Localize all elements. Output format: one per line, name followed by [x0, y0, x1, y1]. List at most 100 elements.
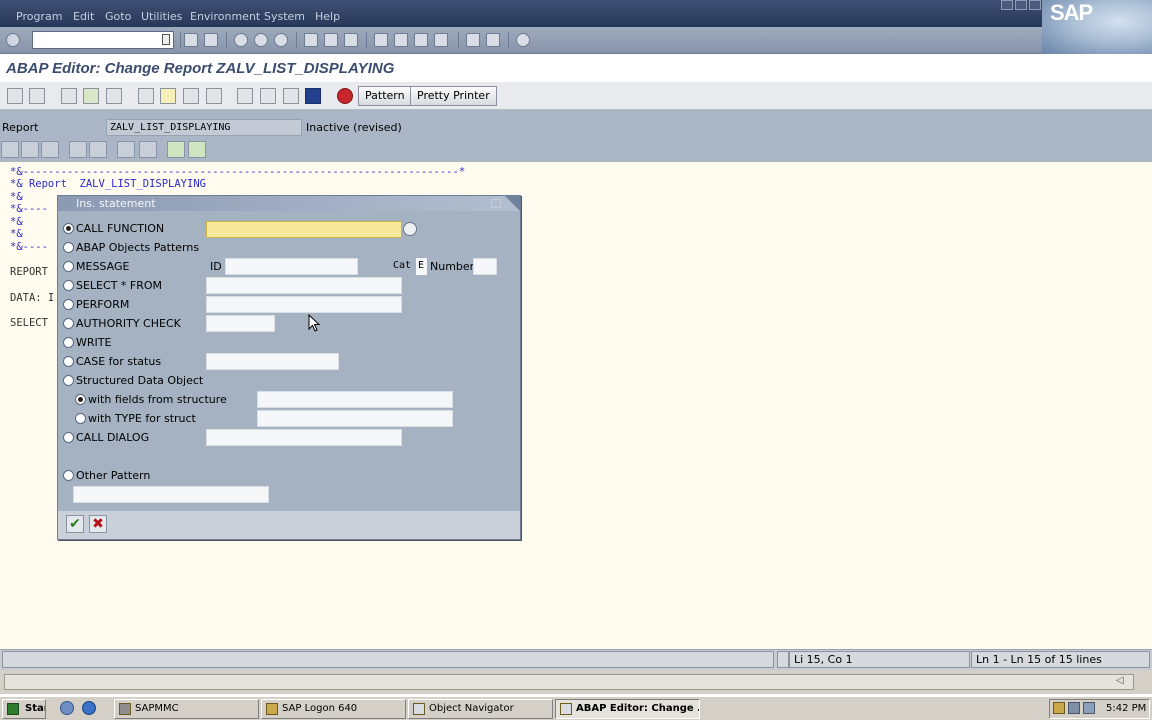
with-fields-from-structure-input[interactable] — [257, 391, 453, 408]
call-function-input[interactable] — [206, 221, 402, 238]
menu-system[interactable]: System — [264, 10, 305, 23]
case-for-status-radio[interactable] — [63, 356, 74, 367]
paste-icon[interactable] — [41, 141, 59, 158]
select-from-input[interactable] — [206, 277, 402, 294]
task-sapmmc[interactable]: SAPMMC — [114, 699, 259, 719]
object-list-icon[interactable] — [183, 88, 199, 104]
message-cat-input[interactable]: E — [416, 258, 427, 275]
message-id-input[interactable] — [225, 258, 358, 275]
breakpoint-icon[interactable] — [337, 88, 353, 104]
authority-check-input[interactable] — [206, 315, 275, 332]
shortcut-icon[interactable] — [486, 33, 500, 47]
pretty-printer-button[interactable]: Pretty Printer — [410, 86, 497, 106]
scroll-track[interactable] — [4, 674, 1134, 690]
find-next-icon[interactable] — [344, 33, 358, 47]
menu-utilities[interactable]: Utilities — [141, 10, 182, 23]
exit-icon[interactable] — [254, 33, 268, 47]
hierarchy-icon[interactable] — [237, 88, 253, 104]
abap-objects-patterns-radio[interactable] — [63, 242, 74, 253]
cut-icon[interactable] — [1, 141, 19, 158]
maximize-icon[interactable] — [1015, 0, 1027, 10]
insert-line-icon[interactable] — [167, 141, 185, 158]
stack-icon[interactable] — [260, 88, 276, 104]
back-nav-icon[interactable] — [7, 88, 23, 104]
horizontal-scrollbar[interactable]: ◁ — [0, 670, 1152, 694]
other-pattern-input[interactable] — [73, 486, 269, 503]
back-arrow-icon[interactable] — [184, 33, 198, 47]
test-icon[interactable] — [138, 88, 154, 104]
write-radio[interactable] — [63, 337, 74, 348]
navigation-window-icon[interactable] — [206, 88, 222, 104]
dialog-close-icon[interactable] — [491, 199, 501, 208]
value-help-icon[interactable] — [403, 222, 417, 236]
with-fields-from-structure-radio[interactable] — [75, 394, 86, 405]
with-type-for-struct-input[interactable] — [257, 410, 453, 427]
menu-program[interactable]: Program — [16, 10, 62, 23]
task-object-navigator[interactable]: Object Navigator — [408, 699, 553, 719]
save-icon[interactable] — [204, 33, 218, 47]
message-number-input[interactable] — [473, 258, 497, 275]
authority-check-radio[interactable] — [63, 318, 74, 329]
select-from-radio[interactable] — [63, 280, 74, 291]
command-field[interactable] — [32, 31, 174, 49]
find-replace-icon[interactable] — [139, 141, 157, 158]
cancel-x-icon[interactable]: ✖ — [89, 515, 107, 533]
cancel-icon[interactable] — [274, 33, 288, 47]
tray-sap-icon[interactable] — [1053, 702, 1065, 714]
menu-environment[interactable]: Environment — [190, 10, 260, 23]
display-change-icon[interactable] — [61, 88, 77, 104]
with-fields-from-structure-label: with fields from structure — [88, 393, 227, 406]
call-function-radio[interactable] — [63, 223, 74, 234]
redo-icon[interactable] — [89, 141, 107, 158]
confirm-check-icon[interactable]: ✔ — [66, 515, 84, 533]
new-session-icon[interactable] — [466, 33, 480, 47]
last-page-icon[interactable] — [434, 33, 448, 47]
binoculars-icon[interactable] — [117, 141, 135, 158]
activate-icon[interactable] — [106, 88, 122, 104]
task-sap-logon[interactable]: SAP Logon 640 — [261, 699, 406, 719]
case-for-status-input[interactable] — [206, 353, 339, 370]
enter-icon[interactable] — [6, 33, 20, 47]
pattern-button[interactable]: Pattern — [358, 86, 412, 106]
with-type-for-struct-radio[interactable] — [75, 413, 86, 424]
other-pattern-radio[interactable] — [63, 470, 74, 481]
print-icon[interactable] — [304, 33, 318, 47]
fullscreen-icon[interactable] — [283, 88, 299, 104]
where-used-icon[interactable] — [160, 88, 176, 104]
structured-data-object-radio[interactable] — [63, 375, 74, 386]
browser-icon[interactable] — [82, 701, 96, 715]
close-window-icon[interactable] — [1029, 0, 1041, 10]
minimize-icon[interactable] — [1001, 0, 1013, 10]
status-toggle-icon[interactable] — [777, 651, 789, 668]
duplicate-line-icon[interactable] — [188, 141, 206, 158]
scroll-left-icon[interactable]: ◁ — [1116, 675, 1124, 686]
menu-goto[interactable]: Goto — [105, 10, 131, 23]
back-icon[interactable] — [234, 33, 248, 47]
first-page-icon[interactable] — [374, 33, 388, 47]
command-field-dropdown-icon[interactable] — [162, 34, 170, 45]
menu-help[interactable]: Help — [315, 10, 340, 23]
report-label: Report — [2, 121, 39, 134]
tray-volume-icon[interactable] — [1083, 702, 1095, 714]
perform-radio[interactable] — [63, 299, 74, 310]
call-dialog-input[interactable] — [206, 429, 402, 446]
help-icon[interactable] — [516, 33, 530, 47]
dialog-corner — [505, 196, 520, 211]
start-button[interactable]: Start — [2, 699, 46, 719]
menu-edit[interactable]: Edit — [73, 10, 94, 23]
message-radio[interactable] — [63, 261, 74, 272]
task-label: SAPMMC — [135, 703, 179, 714]
previous-page-icon[interactable] — [394, 33, 408, 47]
next-page-icon[interactable] — [414, 33, 428, 47]
info-icon[interactable] — [305, 88, 321, 104]
call-dialog-radio[interactable] — [63, 432, 74, 443]
copy-icon[interactable] — [21, 141, 39, 158]
check-syntax-icon[interactable] — [83, 88, 99, 104]
undo-icon[interactable] — [69, 141, 87, 158]
forward-nav-icon[interactable] — [29, 88, 45, 104]
desktop-icon[interactable] — [60, 701, 74, 715]
tray-network-icon[interactable] — [1068, 702, 1080, 714]
find-icon[interactable] — [324, 33, 338, 47]
perform-input[interactable] — [206, 296, 402, 313]
task-abap-editor[interactable]: ABAP Editor: Change ... — [555, 699, 700, 719]
